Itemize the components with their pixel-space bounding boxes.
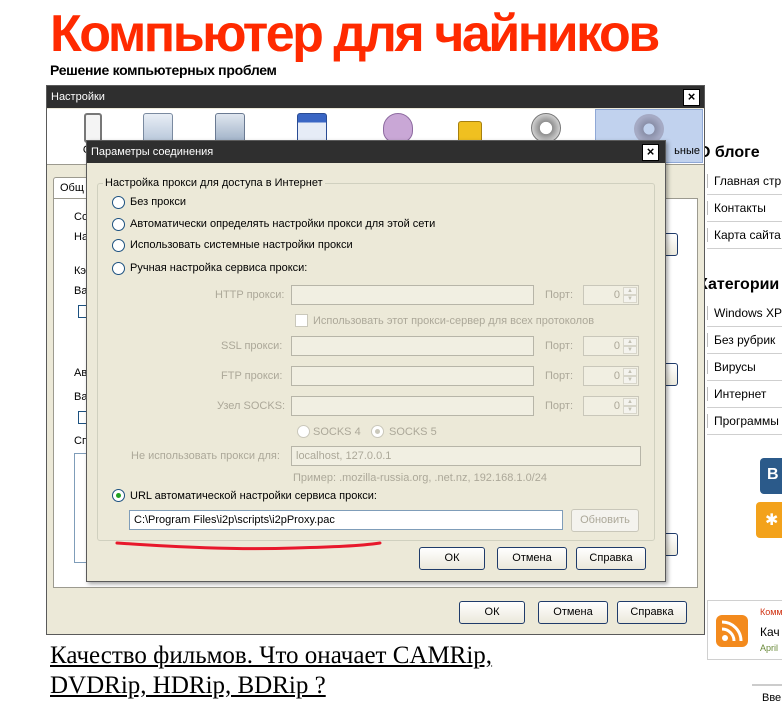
ftp-port-value: 0 <box>613 370 620 382</box>
ssl-port-stepper[interactable]: 0 ▲ ▼ <box>583 336 639 356</box>
spin-up-icon[interactable]: ▲ <box>623 287 637 295</box>
sidebar-category-viruses[interactable]: Вирусы <box>707 354 782 381</box>
http-port-value: 0 <box>613 289 620 301</box>
proxy-group-title: Настройка прокси для доступа в Интернет <box>103 177 325 189</box>
sidebar-categories-heading: Категории <box>698 276 780 293</box>
settings-close-button[interactable]: × <box>683 89 700 106</box>
socks-host-label: Узел SOCKS: <box>217 400 286 412</box>
settings-ok-button[interactable]: ОК <box>459 601 525 624</box>
reload-button[interactable]: Обновить <box>571 509 639 532</box>
connection-cancel-button[interactable]: Отмена <box>497 547 567 570</box>
article-title[interactable]: Качество фильмов. Что оначает CAMRip, DV… <box>50 641 660 701</box>
http-port-stepper[interactable]: 0 ▲ ▼ <box>583 285 639 305</box>
site-subtitle: Решение компьютерных проблем <box>50 62 277 78</box>
ssl-port-label: Порт: <box>545 340 573 352</box>
article-title-line-1[interactable]: Качество фильмов. Что оначает CAMRip, <box>50 641 660 671</box>
radio-auto-detect-label[interactable]: Автоматически определять настройки прокс… <box>130 218 435 230</box>
bottom-sidebar-label: Вве <box>762 692 782 704</box>
socks-port-value: 0 <box>613 400 620 412</box>
sync-icon <box>531 113 561 143</box>
sidebar-category-programs[interactable]: Программы <box>707 408 782 435</box>
socks-port-label: Порт: <box>545 400 573 412</box>
rss-icon[interactable] <box>716 615 748 647</box>
no-proxy-for-input[interactable]: localhost, 127.0.0.1 <box>291 446 641 466</box>
connection-title: Параметры соединения <box>91 146 214 158</box>
ftp-port-stepper[interactable]: 0 ▲ ▼ <box>583 366 639 386</box>
connection-help-button[interactable]: Справка <box>576 547 646 570</box>
sidebar-link-sitemap[interactable]: Карта сайта <box>707 222 782 249</box>
sidebar-category-internet[interactable]: Интернет <box>707 381 782 408</box>
sidebar-category-windows-xp[interactable]: Windows XP <box>707 300 782 327</box>
connection-settings-dialog: Параметры соединения × Настройка прокси … <box>86 140 666 582</box>
spin-down-icon[interactable]: ▼ <box>623 376 637 384</box>
ssl-proxy-input[interactable] <box>291 336 534 356</box>
radio-auto-detect[interactable] <box>112 218 125 231</box>
use-for-all-checkbox[interactable] <box>295 314 308 327</box>
settings-title: Настройки <box>51 91 105 103</box>
sidebar-category-uncategorized[interactable]: Без рубрик <box>707 327 782 354</box>
radio-socks5-label: SOCKS 5 <box>389 426 437 438</box>
odnoklassniki-icon[interactable]: ✱ <box>756 502 782 538</box>
connection-ok-button[interactable]: ОК <box>419 547 485 570</box>
left-label-3: Кэ <box>74 265 87 277</box>
settings-help-button[interactable]: Справка <box>617 601 687 624</box>
connection-titlebar[interactable]: Параметры соединения <box>87 141 665 163</box>
article-title-line-2[interactable]: DVDRip, HDRip, BDRip ? <box>50 671 660 701</box>
no-proxy-for-label: Не использовать прокси для: <box>131 450 280 462</box>
radio-no-proxy[interactable] <box>112 196 125 209</box>
settings-cancel-button[interactable]: Отмена <box>538 601 608 624</box>
http-port-label: Порт: <box>545 289 573 301</box>
content-icon <box>215 113 245 143</box>
radio-socks5[interactable] <box>371 425 384 438</box>
radio-socks4[interactable] <box>297 425 310 438</box>
radio-manual-proxy[interactable] <box>112 262 125 275</box>
site-title[interactable]: Компьютер для чайников <box>50 4 660 64</box>
socks-host-input[interactable] <box>291 396 534 416</box>
settings-titlebar[interactable]: Настройки <box>47 86 704 108</box>
radio-auto-config-url-label[interactable]: URL автоматической настройки сервиса про… <box>130 490 377 502</box>
spin-up-icon[interactable]: ▲ <box>623 338 637 346</box>
ssl-proxy-label: SSL прокси: <box>221 340 283 352</box>
sidebar-link-contacts[interactable]: Контакты <box>707 195 782 222</box>
applications-icon <box>297 113 327 143</box>
radio-manual-proxy-label[interactable]: Ручная настройка сервиса прокси: <box>130 262 307 274</box>
no-proxy-example-hint: Пример: .mozilla-russia.org, .net.nz, 19… <box>293 472 547 484</box>
radio-system-proxy-label[interactable]: Использовать системные настройки прокси <box>130 239 353 251</box>
sidebar-link-home[interactable]: Главная стр <box>707 168 782 195</box>
socks-port-stepper[interactable]: 0 ▲ ▼ <box>583 396 639 416</box>
http-proxy-input[interactable] <box>291 285 534 305</box>
vkontakte-icon[interactable]: В <box>760 458 782 494</box>
spin-down-icon[interactable]: ▼ <box>623 295 637 303</box>
comments-label: Комм <box>760 607 782 617</box>
spin-down-icon[interactable]: ▼ <box>623 346 637 354</box>
ftp-port-label: Порт: <box>545 370 573 382</box>
pac-url-input[interactable]: C:\Program Files\i2p\scripts\i2pProxy.pa… <box>129 510 563 530</box>
tab-general-label: Общ <box>60 182 84 194</box>
comments-widget: Комм Кач April <box>707 600 782 660</box>
comments-subtitle[interactable]: Кач <box>760 625 780 639</box>
radio-socks4-label: SOCKS 4 <box>313 426 361 438</box>
spin-down-icon[interactable]: ▼ <box>623 406 637 414</box>
privacy-mask-icon <box>383 113 413 143</box>
radio-no-proxy-label[interactable]: Без прокси <box>130 196 186 208</box>
proxy-groupbox <box>97 183 655 541</box>
radio-system-proxy[interactable] <box>112 239 125 252</box>
radio-auto-config-url[interactable] <box>112 489 125 502</box>
use-for-all-label: Использовать этот прокси-сервер для всех… <box>313 315 595 327</box>
comments-date: April <box>760 643 779 653</box>
annotation-underline <box>115 541 382 551</box>
connection-close-button[interactable]: × <box>642 144 659 161</box>
general-icon <box>84 113 102 143</box>
ftp-proxy-input[interactable] <box>291 366 534 386</box>
spin-up-icon[interactable]: ▲ <box>623 368 637 376</box>
ftp-proxy-label: FTP прокси: <box>221 370 283 382</box>
http-proxy-label: HTTP прокси: <box>215 289 285 301</box>
spin-up-icon[interactable]: ▲ <box>623 398 637 406</box>
sidebar-about-heading: О блоге <box>698 144 760 161</box>
tabs-icon <box>143 113 173 143</box>
ssl-port-value: 0 <box>613 340 620 352</box>
